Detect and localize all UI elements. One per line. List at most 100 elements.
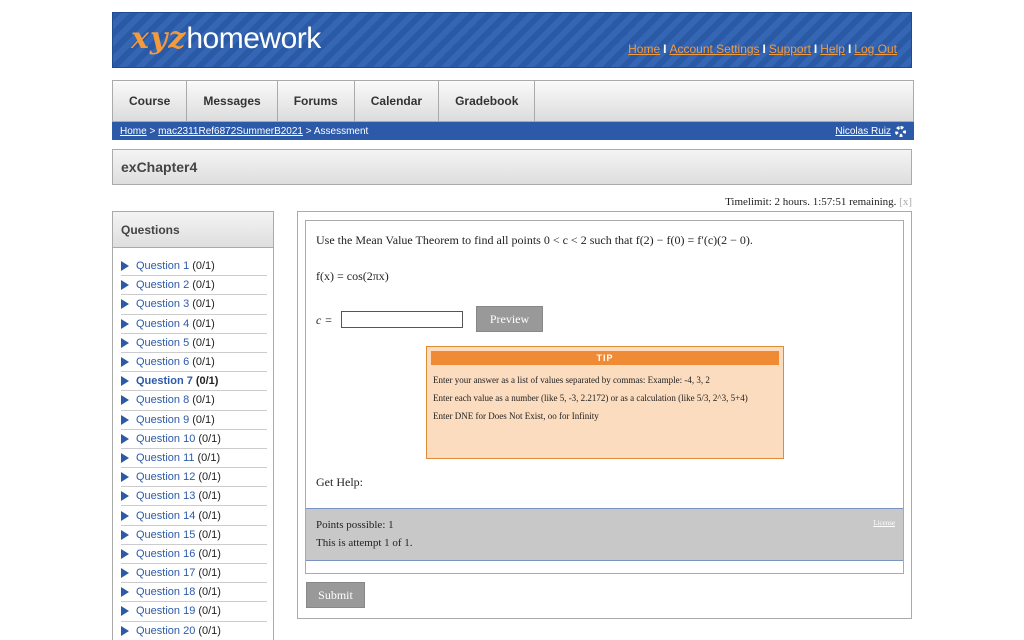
question-item[interactable]: Question 4 (0/1) xyxy=(121,315,267,334)
question-score: (0/1) xyxy=(198,605,221,618)
breadcrumb: Home > mac2311Ref6872SummerB2021 > Asses… xyxy=(112,122,914,140)
question-link[interactable]: Question 16 xyxy=(136,548,195,560)
answer-label: c = xyxy=(316,313,333,327)
question-link[interactable]: Question 8 xyxy=(136,394,189,406)
question-item[interactable]: Question 12 (0/1) xyxy=(121,468,267,488)
question-item[interactable]: Question 3 (0/1) xyxy=(121,295,267,315)
question-item[interactable]: Question 16 (0/1) xyxy=(121,545,267,564)
question-item[interactable]: Question 6 (0/1) xyxy=(121,353,267,373)
question-item[interactable]: Question 15 (0/1) xyxy=(121,526,267,545)
question-link[interactable]: Question 4 xyxy=(136,318,189,330)
tab-messages[interactable]: Messages xyxy=(187,81,278,121)
breadcrumb-home[interactable]: Home xyxy=(120,126,147,137)
page-title: exChapter4 xyxy=(112,149,912,185)
question-score: (0/1) xyxy=(197,451,221,464)
triangle-right-icon xyxy=(121,472,129,483)
submit-button[interactable]: Submit xyxy=(306,582,365,608)
breadcrumb-path: Home > mac2311Ref6872SummerB2021 > Asses… xyxy=(120,126,368,137)
question-score: (0/1) xyxy=(198,624,221,637)
question-item[interactable]: Question 2 (0/1) xyxy=(121,276,267,296)
question-score: (0/1) xyxy=(192,356,215,369)
question-score: (0/1) xyxy=(192,413,215,426)
question-item[interactable]: Question 14 (0/1) xyxy=(121,506,267,526)
tip-box: TIP Enter your answer as a list of value… xyxy=(426,346,784,459)
help-link[interactable]: Help xyxy=(820,42,845,56)
question-score: (0/1) xyxy=(192,336,215,349)
license-link[interactable]: License xyxy=(873,519,895,527)
preview-button[interactable]: Preview xyxy=(476,306,543,332)
tab-forums[interactable]: Forums xyxy=(278,81,355,121)
site-logo[interactable]: xyzhomework xyxy=(131,21,321,57)
tab-course[interactable]: Course xyxy=(113,81,188,121)
question-item[interactable]: Question 17 (0/1) xyxy=(121,564,267,584)
question-link[interactable]: Question 11 xyxy=(136,452,195,464)
question-item[interactable]: Question 11 (0/1) xyxy=(121,449,267,469)
question-link[interactable]: Question 15 xyxy=(136,529,195,541)
breadcrumb-course[interactable]: mac2311Ref6872SummerB2021 xyxy=(158,126,303,137)
question-link[interactable]: Question 12 xyxy=(136,471,195,483)
triangle-right-icon xyxy=(121,625,129,636)
question-item[interactable]: Question 20 (0/1) xyxy=(121,622,267,640)
question-score: (0/1) xyxy=(198,432,221,445)
question-link[interactable]: Question 14 xyxy=(136,510,195,522)
points-possible: Points possible: 1 xyxy=(316,519,394,531)
attempt-count: This is attempt 1 of 1. xyxy=(316,537,413,549)
question-link[interactable]: Question 2 xyxy=(136,279,189,291)
gear-icon[interactable] xyxy=(895,125,906,137)
tab-calendar[interactable]: Calendar xyxy=(355,81,440,121)
question-item[interactable]: Question 9 (0/1) xyxy=(121,411,267,430)
support-link[interactable]: Support xyxy=(769,42,811,56)
question-link[interactable]: Question 17 xyxy=(136,567,195,579)
question-score: (0/1) xyxy=(198,509,221,522)
triangle-right-icon xyxy=(121,606,129,617)
triangle-right-icon xyxy=(121,587,129,598)
question-prompt: Use the Mean Value Theorem to find all p… xyxy=(316,233,753,247)
site-header: xyzhomework Home I Account Settings I Suppor… xyxy=(112,12,912,68)
time-limit: Timelimit: 2 hours. 1:57:51 remaining. [… xyxy=(725,196,912,208)
question-link[interactable]: Question 1 xyxy=(136,260,189,272)
question-box: Use the Mean Value Theorem to find all p… xyxy=(305,220,904,574)
breadcrumb-separator: > xyxy=(149,125,156,137)
logo-homework: homework xyxy=(186,22,321,55)
question-link[interactable]: Question 10 xyxy=(136,433,195,445)
log-out-link[interactable]: Log Out xyxy=(854,42,897,56)
question-score: (0/1) xyxy=(192,279,215,292)
question-link[interactable]: Question 13 xyxy=(136,490,195,502)
question-panel: Use the Mean Value Theorem to find all p… xyxy=(297,211,912,619)
account-settings-link[interactable]: Account Settings xyxy=(669,42,759,56)
question-link[interactable]: Question 19 xyxy=(136,605,195,617)
question-item-current[interactable]: Question 7 (0/1) xyxy=(121,372,267,392)
question-link[interactable]: Question 5 xyxy=(136,337,189,349)
question-item[interactable]: Question 5 (0/1) xyxy=(121,334,267,353)
question-link[interactable]: Question 20 xyxy=(136,625,195,637)
answer-input[interactable] xyxy=(341,311,463,328)
breadcrumb-current: > Assessment xyxy=(305,125,369,137)
time-remaining: Timelimit: 2 hours. 1:57:51 remaining. xyxy=(725,196,897,208)
question-item[interactable]: Question 13 (0/1) xyxy=(121,487,267,507)
question-item[interactable]: Question 18 (0/1) xyxy=(121,583,267,603)
question-link[interactable]: Question 18 xyxy=(136,586,195,598)
question-score: (0/1) xyxy=(192,317,215,330)
points-info: Points possible: 1 This is attempt 1 of … xyxy=(306,508,903,561)
triangle-right-icon xyxy=(121,529,129,540)
question-link[interactable]: Question 9 xyxy=(136,414,189,426)
question-score: (0/1) xyxy=(195,375,219,388)
question-item[interactable]: Question 8 (0/1) xyxy=(121,391,267,411)
triangle-right-icon xyxy=(121,318,129,329)
question-item[interactable]: Question 19 (0/1) xyxy=(121,602,267,622)
question-link[interactable]: Question 3 xyxy=(136,298,189,310)
triangle-right-icon xyxy=(121,433,129,444)
tip-heading: TIP xyxy=(431,351,779,365)
user-menu[interactable]: Nicolas Ruiz xyxy=(835,125,906,137)
link-separator: I xyxy=(762,42,766,56)
question-score: (0/1) xyxy=(192,394,215,407)
question-item[interactable]: Question 10 (0/1) xyxy=(121,430,267,449)
question-score: (0/1) xyxy=(198,528,221,541)
close-timer-button[interactable]: [x] xyxy=(899,196,912,208)
question-link[interactable]: Question 7 xyxy=(136,375,193,387)
user-name-link[interactable]: Nicolas Ruiz xyxy=(835,126,891,137)
question-link[interactable]: Question 6 xyxy=(136,356,189,368)
tab-gradebook[interactable]: Gradebook xyxy=(439,81,536,121)
question-item[interactable]: Question 1 (0/1) xyxy=(121,257,267,277)
home-link[interactable]: Home xyxy=(628,42,660,56)
